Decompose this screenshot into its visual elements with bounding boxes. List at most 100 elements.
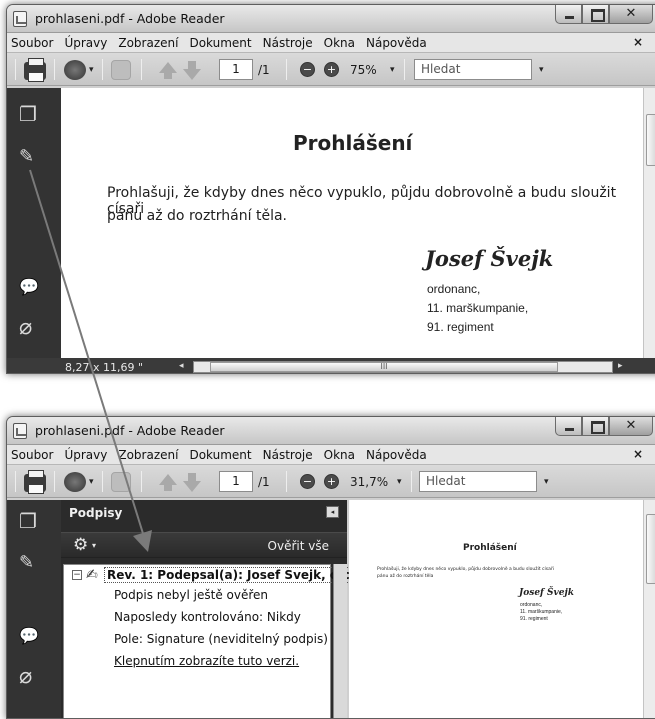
printer-icon[interactable] (24, 58, 46, 82)
menu-zobrazeni[interactable]: Zobrazení (118, 448, 178, 462)
minimize-button[interactable] (555, 417, 582, 436)
zoom-in-button[interactable]: + (324, 474, 339, 489)
next-page-icon[interactable] (183, 473, 201, 492)
horizontal-scroll-thumb[interactable]: III (210, 362, 558, 372)
zoom-level[interactable]: 31,7% (350, 475, 388, 489)
zoom-in-button[interactable]: + (324, 62, 339, 77)
comments-icon[interactable]: 💬 (19, 276, 39, 298)
signatures-icon[interactable]: ✎ (19, 146, 34, 168)
toolbar-separator (141, 59, 142, 80)
view-signed-version-link[interactable]: Klepnutím zobrazíte tuto verzi. (114, 654, 299, 668)
close-document-button[interactable]: × (633, 35, 643, 49)
signature-line-1: ordonanc, (427, 282, 481, 296)
menu-nastroje[interactable]: Nástroje (263, 448, 313, 462)
title-bar[interactable]: prohlaseni.pdf - Adobe Reader ✕ (7, 5, 655, 33)
search-options-chevron-icon[interactable]: ▾ (544, 477, 549, 487)
toolbar-separator (286, 59, 287, 80)
navigation-panel: ❐ ✎ 💬 ⌀ (7, 500, 61, 718)
document-body-line-2: pánu až do roztrhání těla (377, 574, 434, 579)
signature-last-checked: Naposledy kontrolováno: Nikdy (114, 610, 301, 624)
close-button[interactable]: ✕ (609, 417, 653, 436)
zoom-level[interactable]: 75% (350, 63, 377, 77)
maximize-button[interactable] (582, 5, 609, 24)
verify-all-button[interactable]: Ověřit vše (268, 539, 329, 553)
signature-line-1: ordonanc, (520, 602, 543, 608)
vertical-scrollbar[interactable] (643, 88, 655, 358)
scroll-thumb[interactable] (646, 114, 655, 166)
previous-page-icon[interactable] (159, 474, 177, 491)
signatures-scrollbar[interactable] (333, 564, 347, 718)
maximize-button[interactable] (582, 417, 609, 436)
previous-page-icon[interactable] (159, 62, 177, 79)
menu-dokument[interactable]: Dokument (189, 36, 251, 50)
signature-revision-row[interactable]: − ✍ Rev. 1: Podepsal(a): Josef Svejk, or… (64, 565, 397, 585)
zoom-out-button[interactable]: − (300, 474, 315, 489)
menu-upravy[interactable]: Úpravy (64, 448, 107, 462)
zoom-dropdown-chevron-icon[interactable]: ▾ (397, 477, 402, 487)
menu-nastroje[interactable]: Nástroje (263, 36, 313, 50)
signatures-panel-title: Podpisy (69, 506, 123, 520)
share-icon[interactable] (64, 472, 86, 492)
zoom-out-button[interactable]: − (300, 62, 315, 77)
toolbar-separator (54, 59, 55, 80)
toolbar-separator (102, 471, 103, 492)
chevron-down-icon[interactable]: ▾ (89, 477, 94, 487)
pages-icon[interactable]: ❐ (19, 510, 37, 532)
document-view[interactable]: Prohlášení Prohlašuji, že kdyby dnes něc… (349, 500, 643, 718)
close-document-button[interactable]: × (633, 447, 643, 461)
horizontal-scrollbar[interactable]: III (193, 361, 613, 373)
gear-icon[interactable]: ⚙ (73, 535, 88, 555)
title-bar[interactable]: prohlaseni.pdf - Adobe Reader ✕ (7, 417, 655, 445)
menu-zobrazeni[interactable]: Zobrazení (118, 36, 178, 50)
handwritten-signature: Josef Švejk (519, 588, 575, 598)
toolbar: ▾ 1 /1 − + 31,7% ▾ Hledat ▾ (7, 465, 655, 498)
comments-icon[interactable]: 💬 (19, 625, 39, 647)
menu-soubor[interactable]: Soubor (11, 448, 53, 462)
signatures-panel: Podpisy ◂ ⚙ ▾ Ověřit vše − ✍ Rev. 1: Pod… (61, 500, 397, 718)
menu-dokument[interactable]: Dokument (189, 448, 251, 462)
navigation-panel: ❐ ✎ 💬 ⌀ (7, 88, 61, 358)
signature-line-3: 91. regiment (520, 616, 548, 622)
menu-okna[interactable]: Okna (324, 448, 355, 462)
page-total: /1 (258, 475, 270, 489)
page-number-input[interactable]: 1 (219, 471, 253, 492)
minimize-button[interactable] (555, 5, 582, 24)
signature-line-2: 11. marškumpanie, (520, 609, 563, 615)
scroll-left-icon[interactable]: ◂ (179, 361, 184, 371)
signature-status: Podpis nebyl ještě ověřen (114, 588, 268, 602)
scroll-thumb[interactable] (646, 514, 655, 584)
collapse-panel-button[interactable]: ◂ (326, 506, 339, 518)
menu-soubor[interactable]: Soubor (11, 36, 53, 50)
signatures-icon[interactable]: ✎ (19, 552, 34, 574)
close-button[interactable]: ✕ (609, 5, 653, 24)
next-page-icon[interactable] (183, 61, 201, 80)
document-title: Prohlášení (463, 543, 517, 553)
toolbar-separator (15, 471, 16, 492)
printer-icon[interactable] (24, 470, 46, 494)
menu-okna[interactable]: Okna (324, 36, 355, 50)
scroll-right-icon[interactable]: ▸ (618, 361, 623, 371)
search-input[interactable]: Hledat (419, 471, 537, 492)
attachments-icon[interactable]: ⌀ (19, 666, 32, 688)
document-body-line-1: Prohlašuji, že kdyby dnes něco vypuklo, … (377, 567, 554, 572)
page-size-label: 8,27 x 11,69 " (65, 361, 144, 374)
attachments-icon[interactable]: ⌀ (19, 317, 32, 339)
tree-collapse-toggle[interactable]: − (72, 570, 82, 580)
page-number-input[interactable]: 1 (219, 59, 253, 80)
pages-icon[interactable]: ❐ (19, 103, 37, 125)
vertical-scrollbar[interactable] (643, 500, 655, 718)
document-view[interactable]: Prohlášení Prohlašuji, že kdyby dnes něc… (61, 88, 643, 358)
share-icon[interactable] (64, 60, 86, 80)
search-options-chevron-icon[interactable]: ▾ (539, 65, 544, 75)
handwritten-signature: Josef Švejk (425, 246, 554, 271)
window-controls: ✕ (555, 5, 653, 25)
toolbar-separator (411, 471, 412, 492)
search-input[interactable]: Hledat (414, 59, 532, 80)
menu-napoveda[interactable]: Nápověda (366, 448, 427, 462)
chevron-down-icon[interactable]: ▾ (92, 541, 96, 550)
reader-window-bottom: prohlaseni.pdf - Adobe Reader ✕ Soubor Ú… (6, 416, 655, 719)
menu-napoveda[interactable]: Nápověda (366, 36, 427, 50)
zoom-dropdown-chevron-icon[interactable]: ▾ (390, 65, 395, 75)
menu-upravy[interactable]: Úpravy (64, 36, 107, 50)
chevron-down-icon[interactable]: ▾ (89, 65, 94, 75)
